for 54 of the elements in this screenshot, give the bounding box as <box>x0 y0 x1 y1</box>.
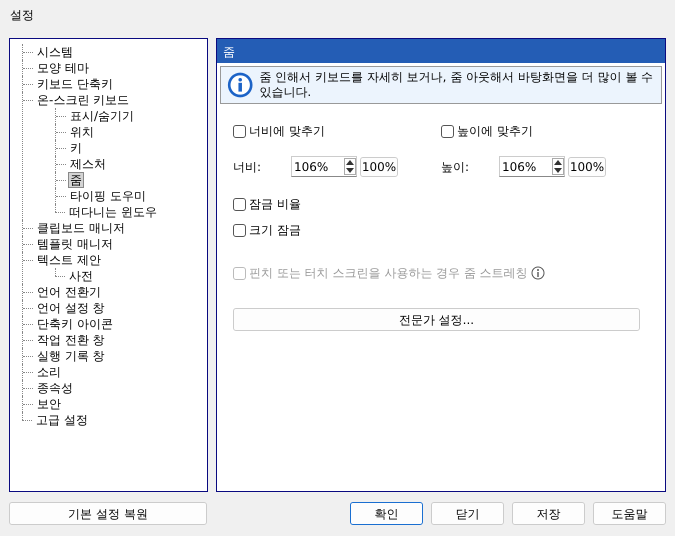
tree-item[interactable]: 제스처 <box>68 156 108 172</box>
tree-item[interactable]: 키 <box>68 140 84 156</box>
tree-item[interactable]: 실행 기록 창 <box>35 348 107 364</box>
size-label: 너비: <box>233 158 262 176</box>
field-value: 106% <box>502 158 538 176</box>
checkbox-label[interactable]: 크기 잠금 <box>249 221 301 239</box>
spin-field[interactable]: 106% <box>291 156 357 177</box>
tree-item[interactable]: 표시/숨기기 <box>68 108 136 124</box>
checkbox[interactable] <box>233 124 246 138</box>
tree-item[interactable]: 텍스트 제안 <box>35 252 103 268</box>
tree-item[interactable]: 온-스크린 키보드 <box>35 92 132 108</box>
dialog-button[interactable]: 닫기 <box>431 502 504 525</box>
reset-button[interactable]: 100% <box>568 156 606 176</box>
dialog-button[interactable]: 저장 <box>512 502 585 525</box>
info-icon[interactable] <box>530 266 545 280</box>
dialog-button[interactable]: 도움말 <box>593 502 666 525</box>
tree-item[interactable]: 작업 전환 창 <box>35 332 107 348</box>
tree-item[interactable]: 위치 <box>68 124 96 140</box>
tree-item[interactable]: 언어 설정 창 <box>35 300 107 316</box>
checkbox[interactable] <box>233 198 246 210</box>
window-title: 설정 <box>9 7 35 24</box>
reset-button[interactable]: 100% <box>360 156 398 176</box>
checkbox[interactable] <box>233 224 246 236</box>
tree-item[interactable]: 고급 설정 <box>34 412 90 428</box>
tree-item[interactable]: 시스템 <box>35 44 75 60</box>
info-text: 줌 인해서 키보드를 자세히 보거나, 줌 아웃해서 바탕화면을 더 많이 볼 수 있습니다. <box>259 70 654 100</box>
checkbox[interactable] <box>441 124 454 138</box>
checkbox-label[interactable]: 너비에 맞추기 <box>249 122 325 140</box>
info-icon <box>227 70 254 100</box>
spin-arrows-icon[interactable] <box>552 158 564 175</box>
tree-item[interactable]: 언어 전환기 <box>35 284 103 300</box>
checkbox-label[interactable]: 높이에 맞추기 <box>457 122 533 140</box>
tree-item[interactable]: 타이핑 도우미 <box>68 188 148 204</box>
spin-field[interactable]: 106% <box>499 156 565 177</box>
tree-item[interactable]: 보안 <box>35 396 63 412</box>
tree-item[interactable]: 단축키 아이콘 <box>35 316 115 332</box>
size-label: 높이: <box>441 158 470 176</box>
tree-item[interactable]: 사전 <box>67 268 95 284</box>
restore-defaults-button[interactable]: 기본 설정 복원 <box>9 502 207 525</box>
tree-item[interactable]: 줌 <box>68 172 84 188</box>
tree-item[interactable]: 키보드 단축키 <box>35 76 115 92</box>
checkbox-label: 핀치 또는 터치 스크린을 사용하는 경우 줌 스트레칭 <box>249 265 528 282</box>
tree-item[interactable]: 모양 테마 <box>35 60 91 76</box>
checkbox-label[interactable]: 잠금 비율 <box>249 195 301 213</box>
tree-item[interactable]: 소리 <box>35 364 63 380</box>
spin-arrows-icon[interactable] <box>344 158 356 175</box>
tree-item[interactable]: 종속성 <box>35 380 75 396</box>
expert-settings-button[interactable]: 전문가 설정... <box>233 308 640 331</box>
tree-item[interactable]: 떠다니는 윈도우 <box>67 204 159 220</box>
field-value: 106% <box>294 158 330 176</box>
panel-title: 줌 <box>217 39 665 63</box>
tree-item[interactable]: 클립보드 매니저 <box>35 220 127 236</box>
dialog-button[interactable]: 확인 <box>350 502 423 525</box>
tree-item[interactable]: 템플릿 매니저 <box>35 236 115 252</box>
